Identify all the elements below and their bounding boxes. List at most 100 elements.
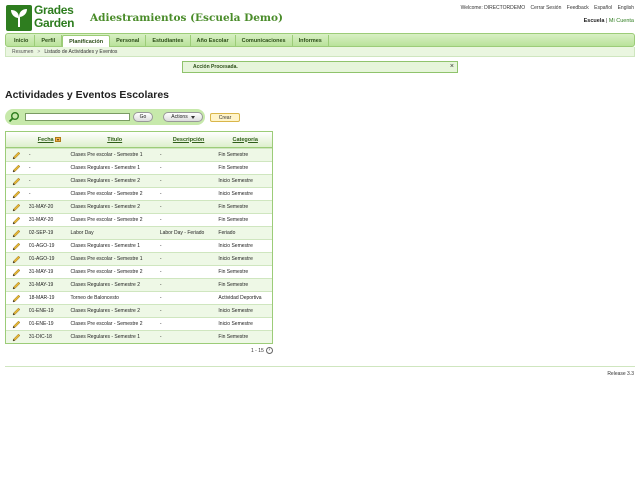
cell-categoria: Fin Semestre <box>218 282 249 288</box>
breadcrumb-root[interactable]: Resumen <box>12 49 33 55</box>
nav-comunicaciones[interactable]: Comunicaciones <box>236 34 293 47</box>
cell-categoria: Fin Semestre <box>218 165 249 171</box>
table-row[interactable]: 01-AGO-19 Clases Regulares - Semestre 1- I… <box>6 239 272 252</box>
cell-categoria: Fin Semestre <box>218 334 249 340</box>
cell-categoria: Fin Semestre <box>218 217 249 223</box>
header-fecha[interactable]: Fecha <box>28 132 70 147</box>
logo-line-2: Garden <box>34 16 75 30</box>
edit-pencil-icon[interactable] <box>6 320 28 329</box>
cell-fecha: 18-MAR-19 <box>28 295 55 301</box>
nav-perfil[interactable]: Perfil <box>35 34 63 47</box>
table-row[interactable]: 01-AGO-19 Clases Pre escolar - Semestre 1… <box>6 252 272 265</box>
language-english-link[interactable]: English <box>618 5 634 11</box>
cell-titulo[interactable]: Clases Pre escolar - Semestre 1 <box>70 256 159 262</box>
create-button[interactable]: Crear <box>210 113 240 122</box>
table-header: Fecha Título Descripción Categoría <box>6 132 272 148</box>
cell-categoria: Inicio Semestre <box>218 256 253 262</box>
nav-inicio[interactable]: Inicio <box>8 34 36 47</box>
cell-titulo[interactable]: Clases Pre escolar - Semestre 2 <box>70 217 159 223</box>
header-categoria[interactable]: Categoría <box>217 132 272 147</box>
release-version: Release 3.3 <box>607 371 634 377</box>
nav-personal[interactable]: Personal <box>110 34 147 47</box>
cell-fecha: 01-ENE-19 <box>28 308 54 314</box>
edit-pencil-icon[interactable] <box>6 177 28 186</box>
actions-menu-button[interactable]: Actions <box>163 112 203 122</box>
cell-fecha: 02-SEP-19 <box>28 230 54 236</box>
scope-school-link[interactable]: Escuela <box>584 18 605 24</box>
table-row[interactable]: - Clases Pre escolar - Semestre 2- Inicio … <box>6 187 272 200</box>
cell-titulo[interactable]: Clases Pre escolar - Semestre 2 <box>70 321 159 327</box>
edit-pencil-icon[interactable] <box>6 164 28 173</box>
pagination: 1 - 15 › <box>251 347 273 354</box>
cell-descripcion: - <box>159 282 162 288</box>
header-titulo[interactable]: Título <box>70 132 159 147</box>
table-row[interactable]: - Clases Regulares - Semestre 1- Fin Semes… <box>6 161 272 174</box>
nav-estudiantes[interactable]: Estudiantes <box>146 34 191 47</box>
logo[interactable]: Grades Garden <box>6 4 84 31</box>
cell-titulo[interactable]: Labor Day <box>70 230 159 236</box>
next-page-icon[interactable]: › <box>265 347 273 354</box>
header-fecha-label: Fecha <box>37 136 54 143</box>
nav-informes[interactable]: Informes <box>293 34 329 47</box>
cell-fecha: 31-MAY-19 <box>28 269 54 275</box>
edit-pencil-icon[interactable] <box>6 151 28 160</box>
welcome-text: Welcome: DIRECTORDEMO <box>460 5 526 11</box>
edit-pencil-icon[interactable] <box>6 307 28 316</box>
cell-titulo[interactable]: Clases Pre escolar - Semestre 1 <box>70 152 159 158</box>
cell-fecha: 31-DIC-18 <box>28 334 52 340</box>
table-row[interactable]: 02-SEP-19 Labor Day Labor Day - Feriado Fer… <box>6 226 272 239</box>
table-row[interactable]: 01-ENE-19 Clases Pre escolar - Semestre 2… <box>6 317 272 330</box>
search-input[interactable] <box>25 113 130 121</box>
header-descripcion[interactable]: Descripción <box>159 132 218 147</box>
cell-descripcion: - <box>159 178 162 184</box>
cell-descripcion: - <box>159 308 162 314</box>
edit-pencil-icon[interactable] <box>6 216 28 225</box>
edit-pencil-icon[interactable] <box>6 203 28 212</box>
edit-pencil-icon[interactable] <box>6 268 28 277</box>
breadcrumb: Resumen > Listado de Actividades y Event… <box>5 47 635 57</box>
feedback-link[interactable]: Feedback <box>567 5 589 11</box>
table-row[interactable]: 31-MAY-19 Clases Regulares - Semestre 2- F… <box>6 278 272 291</box>
cell-fecha: - <box>28 178 31 184</box>
table-row[interactable]: 31-MAY-20 Clases Pre escolar - Semestre 2… <box>6 213 272 226</box>
cell-titulo[interactable]: Clases Regulares - Semestre 1 <box>70 243 159 249</box>
edit-pencil-icon[interactable] <box>6 242 28 251</box>
edit-pencil-icon[interactable] <box>6 281 28 290</box>
table-row[interactable]: - Clases Pre escolar - Semestre 1- Fin Sem… <box>6 148 272 161</box>
language-spanish-link[interactable]: Español <box>594 5 612 11</box>
cell-titulo[interactable]: Clases Regulares - Semestre 1 <box>70 334 159 340</box>
table-row[interactable]: 18-MAR-19 Torneo de Baloncesto - Actividad … <box>6 291 272 304</box>
nav-ano-escolar[interactable]: Año Escolar <box>191 34 236 47</box>
table-row[interactable]: 31-MAY-19 Clases Pre escolar - Semestre 2… <box>6 265 272 278</box>
edit-pencil-icon[interactable] <box>6 229 28 238</box>
logo-sprout-icon <box>6 5 32 31</box>
cell-titulo[interactable]: Clases Pre escolar - Semestre 2 <box>70 191 159 197</box>
main-nav: Inicio Perfil Planificación Personal Est… <box>5 33 635 48</box>
table-row[interactable]: - Clases Regulares - Semestre 2- Inicio Se… <box>6 174 272 187</box>
cell-titulo[interactable]: Clases Pre escolar - Semestre 2 <box>70 269 159 275</box>
scope-my-account-link[interactable]: Mi Cuenta <box>609 18 634 24</box>
cell-descripcion: - <box>159 321 162 327</box>
breadcrumb-current[interactable]: Listado de Actividades y Eventos <box>44 49 117 55</box>
search-icon[interactable] <box>8 111 20 123</box>
edit-pencil-icon[interactable] <box>6 333 28 342</box>
search-toolbar: Go Actions <box>5 109 205 125</box>
table-row[interactable]: 31-MAY-20 Clases Regulares - Semestre 2- F… <box>6 200 272 213</box>
cell-titulo[interactable]: Clases Regulares - Semestre 2 <box>70 178 159 184</box>
cell-titulo[interactable]: Torneo de Baloncesto <box>70 295 159 301</box>
sort-desc-icon[interactable] <box>54 137 61 142</box>
edit-pencil-icon[interactable] <box>6 190 28 199</box>
cell-titulo[interactable]: Clases Regulares - Semestre 1 <box>70 165 159 171</box>
close-icon[interactable]: × <box>450 63 454 70</box>
logout-link[interactable]: Cerrar Sesión <box>531 5 562 11</box>
edit-pencil-icon[interactable] <box>6 294 28 303</box>
cell-fecha: 31-MAY-19 <box>28 282 54 288</box>
edit-pencil-icon[interactable] <box>6 255 28 264</box>
go-button[interactable]: Go <box>133 112 153 122</box>
cell-titulo[interactable]: Clases Regulares - Semestre 2 <box>70 282 159 288</box>
table-row[interactable]: 01-ENE-19 Clases Regulares - Semestre 2- I… <box>6 304 272 317</box>
cell-titulo[interactable]: Clases Regulares - Semestre 2 <box>70 308 159 314</box>
table-row[interactable]: 31-DIC-18 Clases Regulares - Semestre 1- F… <box>6 330 272 343</box>
cell-titulo[interactable]: Clases Regulares - Semestre 2 <box>70 204 159 210</box>
cell-descripcion: - <box>159 152 162 158</box>
